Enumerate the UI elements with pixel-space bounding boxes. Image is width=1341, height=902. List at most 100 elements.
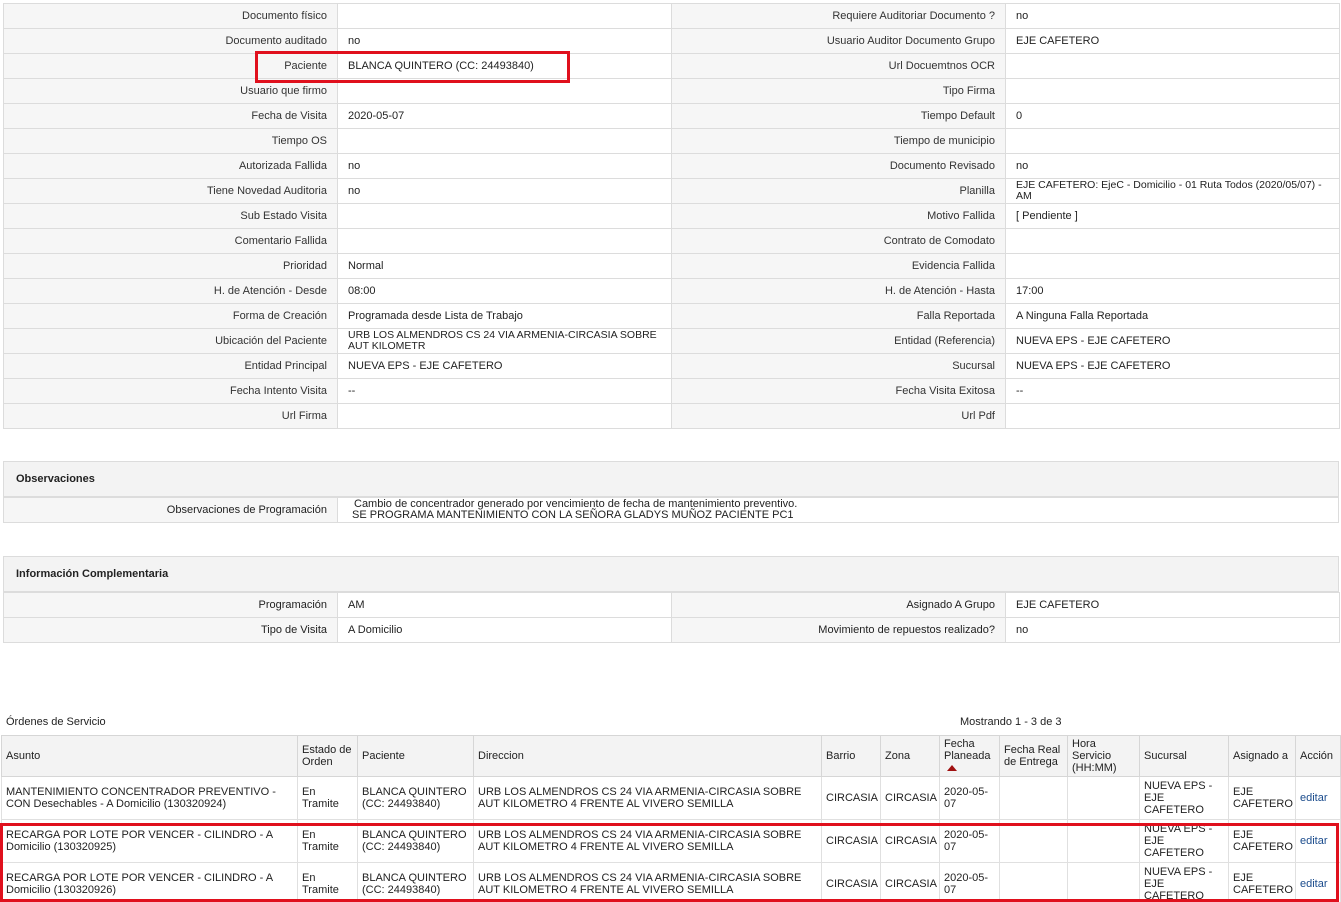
order-cell-fecha-planeada: 2020-05-07 bbox=[939, 776, 1000, 820]
detail-row: Usuario que firmo Tipo Firma bbox=[3, 78, 1340, 104]
detail-row: Entidad Principal NUEVA EPS - EJE CAFETER… bbox=[3, 353, 1340, 379]
detail-value: NUEVA EPS - EJE CAFETERO bbox=[1005, 328, 1340, 354]
detail-row: Paciente BLANCA QUINTERO (CC: 24493840) Ur… bbox=[3, 53, 1340, 79]
order-cell-estado: En Tramite bbox=[297, 862, 358, 902]
order-cell-sucursal: NUEVA EPS - EJE CAFETERO bbox=[1139, 862, 1229, 902]
orders-header-label: Direccion bbox=[478, 750, 524, 762]
detail-row: Fecha de Visita 2020-05-07 Tiempo Default 0 bbox=[3, 103, 1340, 129]
detail-label: Tipo Firma bbox=[671, 78, 1006, 104]
orders-header-hora-servicio-hh-mm[interactable]: Hora Servicio (HH:MM) bbox=[1067, 735, 1140, 777]
orders-table: Asunto Estado de Orden Paciente Direccion Ba… bbox=[1, 735, 1341, 902]
complementaria-value: A Domicilio bbox=[337, 617, 672, 643]
orders-header-label: Barrio bbox=[826, 750, 856, 762]
orders-header-label: Fecha Planeada bbox=[944, 738, 991, 762]
edit-order-link[interactable]: editar bbox=[1300, 792, 1328, 804]
complementaria-value: no bbox=[1005, 617, 1340, 643]
detail-label: Evidencia Fallida bbox=[671, 253, 1006, 279]
complementaria-label: Movimiento de repuestos realizado? bbox=[671, 617, 1006, 643]
detail-value: 08:00 bbox=[337, 278, 672, 304]
edit-order-link[interactable]: editar bbox=[1300, 878, 1328, 890]
detail-value: EJE CAFETERO bbox=[1005, 28, 1340, 54]
detail-value: 17:00 bbox=[1005, 278, 1340, 304]
order-cell-estado: En Tramite bbox=[297, 776, 358, 820]
complementaria-label: Tipo de Visita bbox=[3, 617, 338, 643]
detail-value: Programada desde Lista de Trabajo bbox=[337, 303, 672, 329]
orders-header-fecha-planeada[interactable]: Fecha Planeada bbox=[939, 735, 1000, 777]
observaciones-header: Observaciones bbox=[3, 461, 1339, 497]
detail-value bbox=[1005, 128, 1340, 154]
observaciones-section: Observaciones Observaciones de Programac… bbox=[3, 461, 1339, 523]
orders-header-acci-n[interactable]: Acción bbox=[1295, 735, 1341, 777]
observaciones-line-2: SE PROGRAMA MANTENIMIENTO CON LA SEÑORA … bbox=[352, 509, 794, 521]
order-cell-asignado: EJE CAFETERO bbox=[1228, 819, 1296, 863]
detail-value: no bbox=[337, 153, 672, 179]
detail-row: H. de Atención - Desde 08:00 H. de Atenció… bbox=[3, 278, 1340, 304]
detail-value: no bbox=[337, 28, 672, 54]
order-cell-direccion: URB LOS ALMENDROS CS 24 VIA ARMENIA-CIRC… bbox=[473, 819, 822, 863]
detail-label: Autorizada Fallida bbox=[3, 153, 338, 179]
detail-value: -- bbox=[1005, 378, 1340, 404]
orders-header-sucursal[interactable]: Sucursal bbox=[1139, 735, 1229, 777]
orders-header-estado-de-orden[interactable]: Estado de Orden bbox=[297, 735, 358, 777]
orders-header-asunto[interactable]: Asunto bbox=[1, 735, 298, 777]
order-cell-zona: CIRCASIA bbox=[880, 776, 940, 820]
detail-row: Tiene Novedad Auditoria no Planilla EJE CAF… bbox=[3, 178, 1340, 204]
orders-header-label: Sucursal bbox=[1144, 750, 1187, 762]
detail-label: Planilla bbox=[671, 178, 1006, 204]
order-cell-barrio: CIRCASIA bbox=[821, 862, 881, 902]
detail-label: Tiempo OS bbox=[3, 128, 338, 154]
order-cell-fecha-planeada: 2020-05-07 bbox=[939, 819, 1000, 863]
orders-header-paciente[interactable]: Paciente bbox=[357, 735, 474, 777]
detail-row: Fecha Intento Visita -- Fecha Visita Exito… bbox=[3, 378, 1340, 404]
complementaria-label: Programación bbox=[3, 592, 338, 618]
observaciones-value: Cambio de concentrador generado por venc… bbox=[337, 497, 1339, 523]
detail-value: URB LOS ALMENDROS CS 24 VIA ARMENIA-CIRC… bbox=[337, 328, 672, 354]
detail-value: [ Pendiente ] bbox=[1005, 203, 1340, 229]
order-cell-asunto: RECARGA POR LOTE POR VENCER - CILINDRO -… bbox=[1, 819, 298, 863]
edit-order-link[interactable]: editar bbox=[1300, 835, 1328, 847]
orders-header-fecha-real-de-entrega[interactable]: Fecha Real de Entrega bbox=[999, 735, 1068, 777]
order-cell-zona: CIRCASIA bbox=[880, 862, 940, 902]
order-cell-paciente: BLANCA QUINTERO (CC: 24493840) bbox=[357, 862, 474, 902]
complementaria-section: Información Complementaria Programación A… bbox=[3, 556, 1340, 643]
detail-label: Usuario que firmo bbox=[3, 78, 338, 104]
detail-value bbox=[337, 228, 672, 254]
order-cell-hora bbox=[1067, 819, 1140, 863]
detail-value bbox=[1005, 228, 1340, 254]
detail-value bbox=[337, 203, 672, 229]
detail-label: Fecha Intento Visita bbox=[3, 378, 338, 404]
detail-label: Documento auditado bbox=[3, 28, 338, 54]
order-cell-accion: editar bbox=[1295, 862, 1341, 902]
detail-label: Usuario Auditor Documento Grupo bbox=[671, 28, 1006, 54]
orders-header-label: Hora Servicio (HH:MM) bbox=[1072, 738, 1117, 774]
order-cell-asunto: RECARGA POR LOTE POR VENCER - CILINDRO -… bbox=[1, 862, 298, 902]
detail-label: H. de Atención - Hasta bbox=[671, 278, 1006, 304]
order-row: RECARGA POR LOTE POR VENCER - CILINDRO -… bbox=[1, 819, 1341, 863]
sort-ascending-icon[interactable] bbox=[947, 765, 957, 772]
detail-label: Documento Revisado bbox=[671, 153, 1006, 179]
complementaria-label: Asignado A Grupo bbox=[671, 592, 1006, 618]
order-cell-barrio: CIRCASIA bbox=[821, 776, 881, 820]
detail-label: Tiempo Default bbox=[671, 103, 1006, 129]
order-cell-paciente: BLANCA QUINTERO (CC: 24493840) bbox=[357, 776, 474, 820]
detail-row: Tiempo OS Tiempo de municipio bbox=[3, 128, 1340, 154]
detail-value: 0 bbox=[1005, 103, 1340, 129]
order-cell-estado: En Tramite bbox=[297, 819, 358, 863]
complementaria-row: Tipo de Visita A Domicilio Movimiento de r… bbox=[3, 617, 1340, 643]
observaciones-table: Observaciones de Programación Cambio de … bbox=[3, 497, 1339, 523]
detail-label: Url Pdf bbox=[671, 403, 1006, 429]
orders-header-asignado-a[interactable]: Asignado a bbox=[1228, 735, 1296, 777]
complementaria-table: Programación AM Asignado A Grupo EJE CAFETE… bbox=[3, 592, 1340, 643]
detail-value: NUEVA EPS - EJE CAFETERO bbox=[1005, 353, 1340, 379]
detail-row: Forma de Creación Programada desde Lista … bbox=[3, 303, 1340, 329]
orders-header-barrio[interactable]: Barrio bbox=[821, 735, 881, 777]
order-cell-direccion: URB LOS ALMENDROS CS 24 VIA ARMENIA-CIRC… bbox=[473, 776, 822, 820]
orders-header-direccion[interactable]: Direccion bbox=[473, 735, 822, 777]
orders-header-zona[interactable]: Zona bbox=[880, 735, 940, 777]
orders-header-label: Estado de Orden bbox=[302, 744, 352, 768]
detail-value bbox=[337, 128, 672, 154]
detail-value bbox=[337, 3, 672, 29]
detail-value: NUEVA EPS - EJE CAFETERO bbox=[337, 353, 672, 379]
detail-value bbox=[1005, 403, 1340, 429]
detail-row: Comentario Fallida Contrato de Comodato bbox=[3, 228, 1340, 254]
